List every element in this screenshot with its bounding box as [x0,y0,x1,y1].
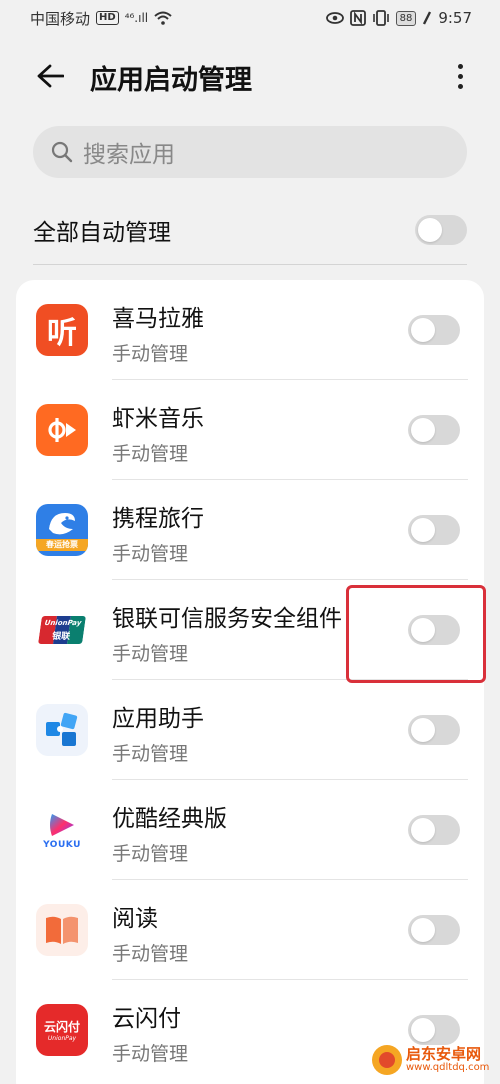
manage-all-automatically-row: 全部自动管理 [33,200,467,260]
watermark-logo-icon [372,1045,402,1075]
app-launch-toggle[interactable] [408,715,460,745]
app-launch-mode: 手动管理 [112,543,189,565]
app-launch-mode: 手动管理 [112,843,189,865]
app-launch-mode: 手动管理 [112,443,189,465]
app-name: 应用助手 [112,706,204,732]
arrow-left-icon [37,64,64,88]
ximalaya-icon: 听 [36,304,88,356]
app-launch-mode: 手动管理 [112,743,189,765]
battery-indicator: 88 [395,10,417,26]
back-button[interactable] [30,56,70,96]
app-name: 喜马拉雅 [112,306,204,332]
app-assistant-icon [36,704,88,756]
app-row-unionpay[interactable]: UnionPay 银联 银联可信服务安全组件 手动管理 [16,580,484,680]
app-launch-toggle[interactable] [408,915,460,945]
app-row-app-assistant[interactable]: 应用助手 手动管理 [16,680,484,780]
more-dot-icon [457,63,463,69]
youku-icon: YOUKU [36,804,88,856]
vibrate-icon [372,10,389,26]
manage-all-toggle[interactable] [415,215,467,245]
charging-leaf-icon [423,11,432,25]
nfc-icon [349,10,366,26]
reading-icon [36,904,88,956]
divider [33,264,467,265]
app-list: 听 喜马拉雅 手动管理 虾米音乐 手动管理 春运抢票 携程旅行 手动管理 Uni… [16,280,484,1084]
more-options-button[interactable] [448,56,472,96]
app-row-ctrip[interactable]: 春运抢票 携程旅行 手动管理 [16,480,484,580]
ctrip-icon: 春运抢票 [36,504,88,556]
app-launch-mode: 手动管理 [112,943,189,965]
app-row-youku[interactable]: YOUKU 优酷经典版 手动管理 [16,780,484,880]
app-name: 银联可信服务安全组件 [112,606,342,632]
app-launch-mode: 手动管理 [112,643,189,665]
wifi-icon [154,11,172,25]
app-row-reading[interactable]: 阅读 手动管理 [16,880,484,980]
status-bar: 中国移动 HD ⁴⁶.ıll 88 9:57 [0,0,500,36]
app-launch-toggle[interactable] [408,615,460,645]
more-dot-icon [457,73,463,79]
app-launch-toggle[interactable] [408,815,460,845]
search-bar[interactable]: 搜索应用 [33,126,467,178]
hd-badge: HD [96,11,119,25]
xiami-icon [36,404,88,456]
more-dot-icon [457,83,463,89]
app-name: 虾米音乐 [112,406,204,432]
app-launch-toggle[interactable] [408,315,460,345]
yunshanfu-icon: 云闪付 UnionPay [36,1004,88,1056]
watermark: 启东安卓网 www.qdltdq.com [372,1040,492,1080]
app-name: 阅读 [112,906,158,932]
app-launch-mode: 手动管理 [112,343,189,365]
watermark-title: 启东安卓网 [406,1044,482,1063]
clock: 9:57 [438,9,472,27]
app-launch-toggle[interactable] [408,415,460,445]
carrier-label: 中国移动 [30,9,91,28]
unionpay-icon: UnionPay 银联 [36,604,88,656]
app-row-xiami[interactable]: 虾米音乐 手动管理 [16,380,484,480]
app-launch-mode: 手动管理 [112,1043,189,1065]
network-signal: ⁴⁶.ıll [124,11,149,25]
app-name: 云闪付 [112,1006,181,1032]
page-title: 应用启动管理 [90,65,252,96]
app-launch-toggle[interactable] [408,515,460,545]
app-row-ximalaya[interactable]: 听 喜马拉雅 手动管理 [16,280,484,380]
search-input[interactable]: 搜索应用 [83,135,175,169]
search-icon [51,141,73,163]
app-name: 优酷经典版 [112,806,227,832]
manage-all-label: 全部自动管理 [33,220,171,246]
header: 应用启动管理 [0,44,500,108]
watermark-url: www.qdltdq.com [406,1061,490,1073]
eye-comfort-icon [325,12,344,24]
app-name: 携程旅行 [112,506,204,532]
